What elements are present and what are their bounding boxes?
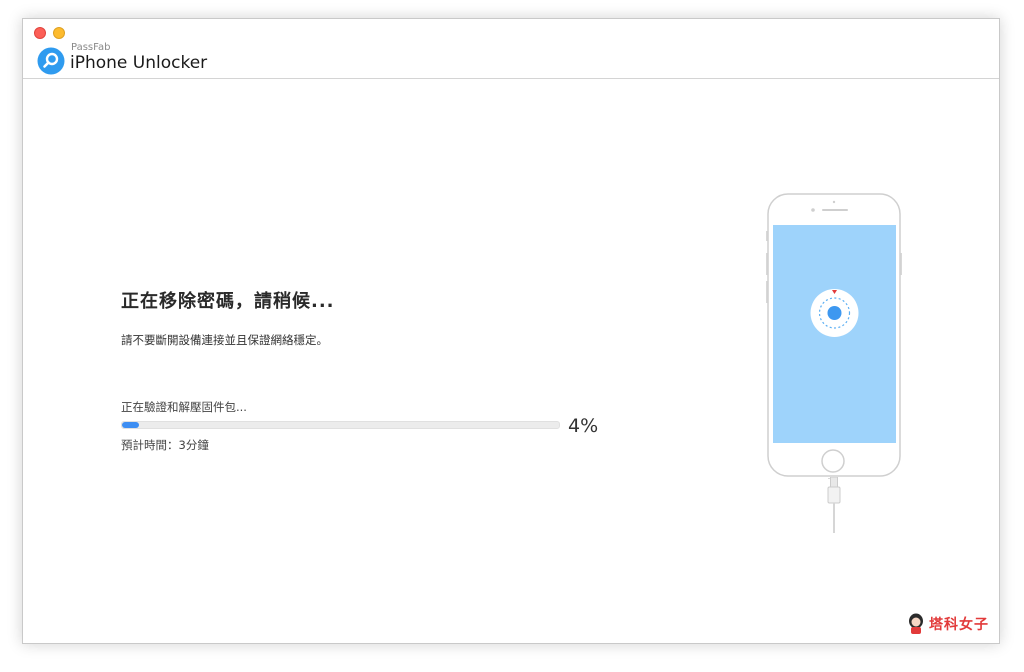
passfab-logo-icon [37, 47, 65, 75]
progress-percent: 4% [568, 415, 599, 437]
progress-bar-fill [122, 422, 140, 428]
title-bar: PassFab iPhone Unlocker [23, 19, 999, 79]
progress-bar [121, 421, 560, 429]
watermark-text: 塔科女子 [929, 617, 989, 633]
minimize-window-button[interactable] [53, 27, 65, 39]
iphone-illustration [766, 193, 902, 479]
estimated-time: 預計時間：3分鐘 [121, 438, 209, 452]
unlock-dial-icon [810, 289, 859, 337]
lightning-cable-icon [827, 477, 841, 533]
girl-avatar-icon [909, 613, 923, 634]
app-name-label: iPhone Unlocker [70, 53, 208, 73]
app-vendor-label: PassFab [71, 42, 111, 53]
close-window-button[interactable] [34, 27, 46, 39]
watermark: 塔科女子 [907, 613, 989, 635]
app-window: PassFab iPhone Unlocker 正在移除密碼，請稍候... 請不… [22, 18, 1000, 644]
progress-label: 正在驗證和解壓固件包... [121, 400, 247, 414]
status-title: 正在移除密碼，請稍候... [121, 291, 335, 312]
status-note: 請不要斷開設備連接並且保證網絡穩定。 [121, 333, 328, 347]
